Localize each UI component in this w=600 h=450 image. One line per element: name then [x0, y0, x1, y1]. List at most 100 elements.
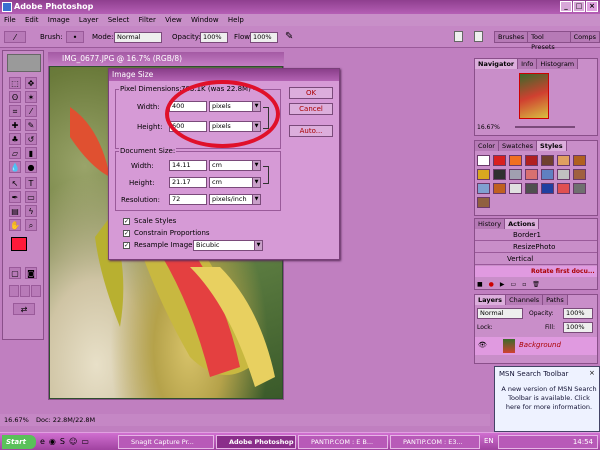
media-icon[interactable]: ◉ [49, 437, 56, 446]
desktop-icon[interactable]: ▭ [81, 437, 89, 446]
style-swatch[interactable] [493, 155, 506, 166]
style-swatch[interactable] [493, 169, 506, 180]
menu-help[interactable]: Help [228, 16, 244, 24]
task-snagit[interactable]: SnagIt Capture Pr... [118, 435, 214, 449]
style-swatch[interactable] [509, 155, 522, 166]
action-row-selected[interactable]: Rotate first docu... [475, 266, 597, 277]
blend-mode-select[interactable]: Normal [477, 308, 523, 319]
style-swatch[interactable] [573, 155, 586, 166]
navigator-thumbnail[interactable] [519, 73, 549, 119]
opacity-field[interactable]: 100% [200, 32, 228, 43]
style-swatch[interactable] [541, 155, 554, 166]
tab-channels[interactable]: Channels [506, 295, 544, 305]
style-swatch[interactable] [477, 155, 490, 166]
menu-edit[interactable]: Edit [25, 16, 39, 24]
menu-window[interactable]: Window [191, 16, 219, 24]
adobe-online-icon[interactable] [7, 54, 41, 72]
well-tab-comps[interactable]: Comps [571, 32, 599, 42]
crop-tool-icon[interactable]: ⌗ [9, 105, 21, 117]
scale-styles-checkbox[interactable]: ✓ [123, 218, 130, 225]
slice-tool-icon[interactable]: ⁄ [25, 105, 37, 117]
play-icon[interactable]: ▶ [500, 281, 505, 289]
zoom-tool-icon[interactable]: ⌕ [25, 219, 37, 231]
ie-icon[interactable]: e [40, 437, 45, 446]
hand-tool-icon[interactable]: ✋ [9, 219, 21, 231]
blur-tool-icon[interactable]: 💧 [9, 161, 21, 173]
clock[interactable]: 14:54 [573, 438, 593, 446]
tab-styles[interactable]: Styles [537, 141, 567, 151]
screen-mode-menu-icon[interactable] [20, 285, 30, 297]
close-icon[interactable]: × [589, 369, 595, 377]
close-button[interactable]: × [586, 1, 598, 12]
style-swatch[interactable] [557, 155, 570, 166]
gradient-tool-icon[interactable]: ▮ [25, 147, 37, 159]
resolution-input[interactable]: 72 [169, 194, 207, 205]
eraser-tool-icon[interactable]: ▱ [9, 147, 21, 159]
shape-tool-icon[interactable]: ▭ [25, 191, 37, 203]
tab-navigator[interactable]: Navigator [475, 59, 519, 69]
marquee-tool-icon[interactable]: ⬚ [9, 77, 21, 89]
jump-to-imageready-icon[interactable]: ⇄ [13, 303, 35, 315]
doc-width-input[interactable]: 14.11 [169, 160, 207, 171]
menu-file[interactable]: File [4, 16, 16, 24]
layers-opacity-field[interactable]: 100% [563, 308, 593, 319]
msn-message[interactable]: A new version of MSN Search Toolbar is a… [501, 385, 597, 412]
constrain-proportions-checkbox[interactable]: ✓ [123, 230, 130, 237]
stop-icon[interactable]: ■ [477, 281, 483, 289]
path-selection-icon[interactable]: ↖ [9, 177, 21, 189]
doc-height-input[interactable]: 21.17 [169, 177, 207, 188]
maximize-button[interactable]: □ [573, 1, 585, 12]
healing-brush-icon[interactable]: ✚ [9, 119, 21, 131]
style-swatch[interactable] [573, 169, 586, 180]
style-swatch[interactable] [557, 169, 570, 180]
resolution-unit-select[interactable]: pixels/inch ▼ [209, 194, 261, 205]
style-swatch[interactable] [509, 183, 522, 194]
style-swatch[interactable] [493, 183, 506, 194]
tab-actions[interactable]: Actions [505, 219, 540, 229]
minimize-button[interactable]: _ [560, 1, 572, 12]
menu-filter[interactable]: Filter [139, 16, 156, 24]
menu-image[interactable]: Image [48, 16, 70, 24]
new-set-icon[interactable]: ▭ [511, 281, 517, 289]
menu-layer[interactable]: Layer [79, 16, 99, 24]
doc-width-unit-select[interactable]: cm ▼ [209, 160, 261, 171]
tab-history[interactable]: History [475, 219, 506, 229]
resample-image-checkbox[interactable]: ✓ [123, 242, 130, 249]
tab-info[interactable]: Info [518, 59, 538, 69]
file-browser-icon[interactable] [454, 31, 463, 42]
menu-view[interactable]: View [165, 16, 182, 24]
start-button[interactable]: Start [2, 435, 36, 449]
well-tab-brushes[interactable]: Brushes [495, 32, 529, 42]
move-tool-icon[interactable]: ✥ [25, 77, 37, 89]
notes-tool-icon[interactable]: ▤ [9, 205, 21, 217]
style-swatch[interactable] [541, 169, 554, 180]
screen-mode-full-icon[interactable] [31, 285, 41, 297]
airbrush-icon[interactable]: ✎ [285, 31, 293, 42]
task-pantip-2[interactable]: PANTIP.COM : E3... [390, 435, 480, 449]
status-zoom[interactable]: 16.67% [4, 414, 29, 426]
brush-picker[interactable]: • [66, 31, 84, 43]
doc-height-unit-select[interactable]: cm ▼ [209, 177, 261, 188]
style-swatch[interactable] [541, 183, 554, 194]
menu-select[interactable]: Select [108, 16, 130, 24]
foreground-color-swatch[interactable] [11, 237, 27, 251]
record-icon[interactable]: ● [489, 281, 494, 289]
navigator-zoom-slider[interactable] [515, 126, 575, 128]
msn-notification[interactable]: MSN Search Toolbar × A new version of MS… [494, 366, 600, 432]
cancel-button[interactable]: Cancel [289, 103, 333, 115]
quickmask-mode-icon[interactable]: ◙ [25, 267, 37, 279]
tab-paths[interactable]: Paths [543, 295, 568, 305]
well-tab-tool-presets[interactable]: Tool Presets [528, 32, 571, 51]
fill-field[interactable]: 100% [563, 322, 593, 333]
history-brush-icon[interactable]: ↺ [25, 133, 37, 145]
dodge-tool-icon[interactable]: ● [25, 161, 37, 173]
style-swatch[interactable] [525, 155, 538, 166]
action-row[interactable]: ResizePhoto [475, 242, 597, 253]
pen-tool-icon[interactable]: ✒ [9, 191, 21, 203]
resample-method-select[interactable]: Bicubic ▼ [193, 240, 263, 251]
type-tool-icon[interactable]: T [25, 177, 37, 189]
tab-histogram[interactable]: Histogram [537, 59, 579, 69]
trash-icon[interactable]: 🗑 [532, 281, 540, 289]
new-action-icon[interactable]: ▫ [522, 281, 526, 289]
style-swatch[interactable] [573, 183, 586, 194]
